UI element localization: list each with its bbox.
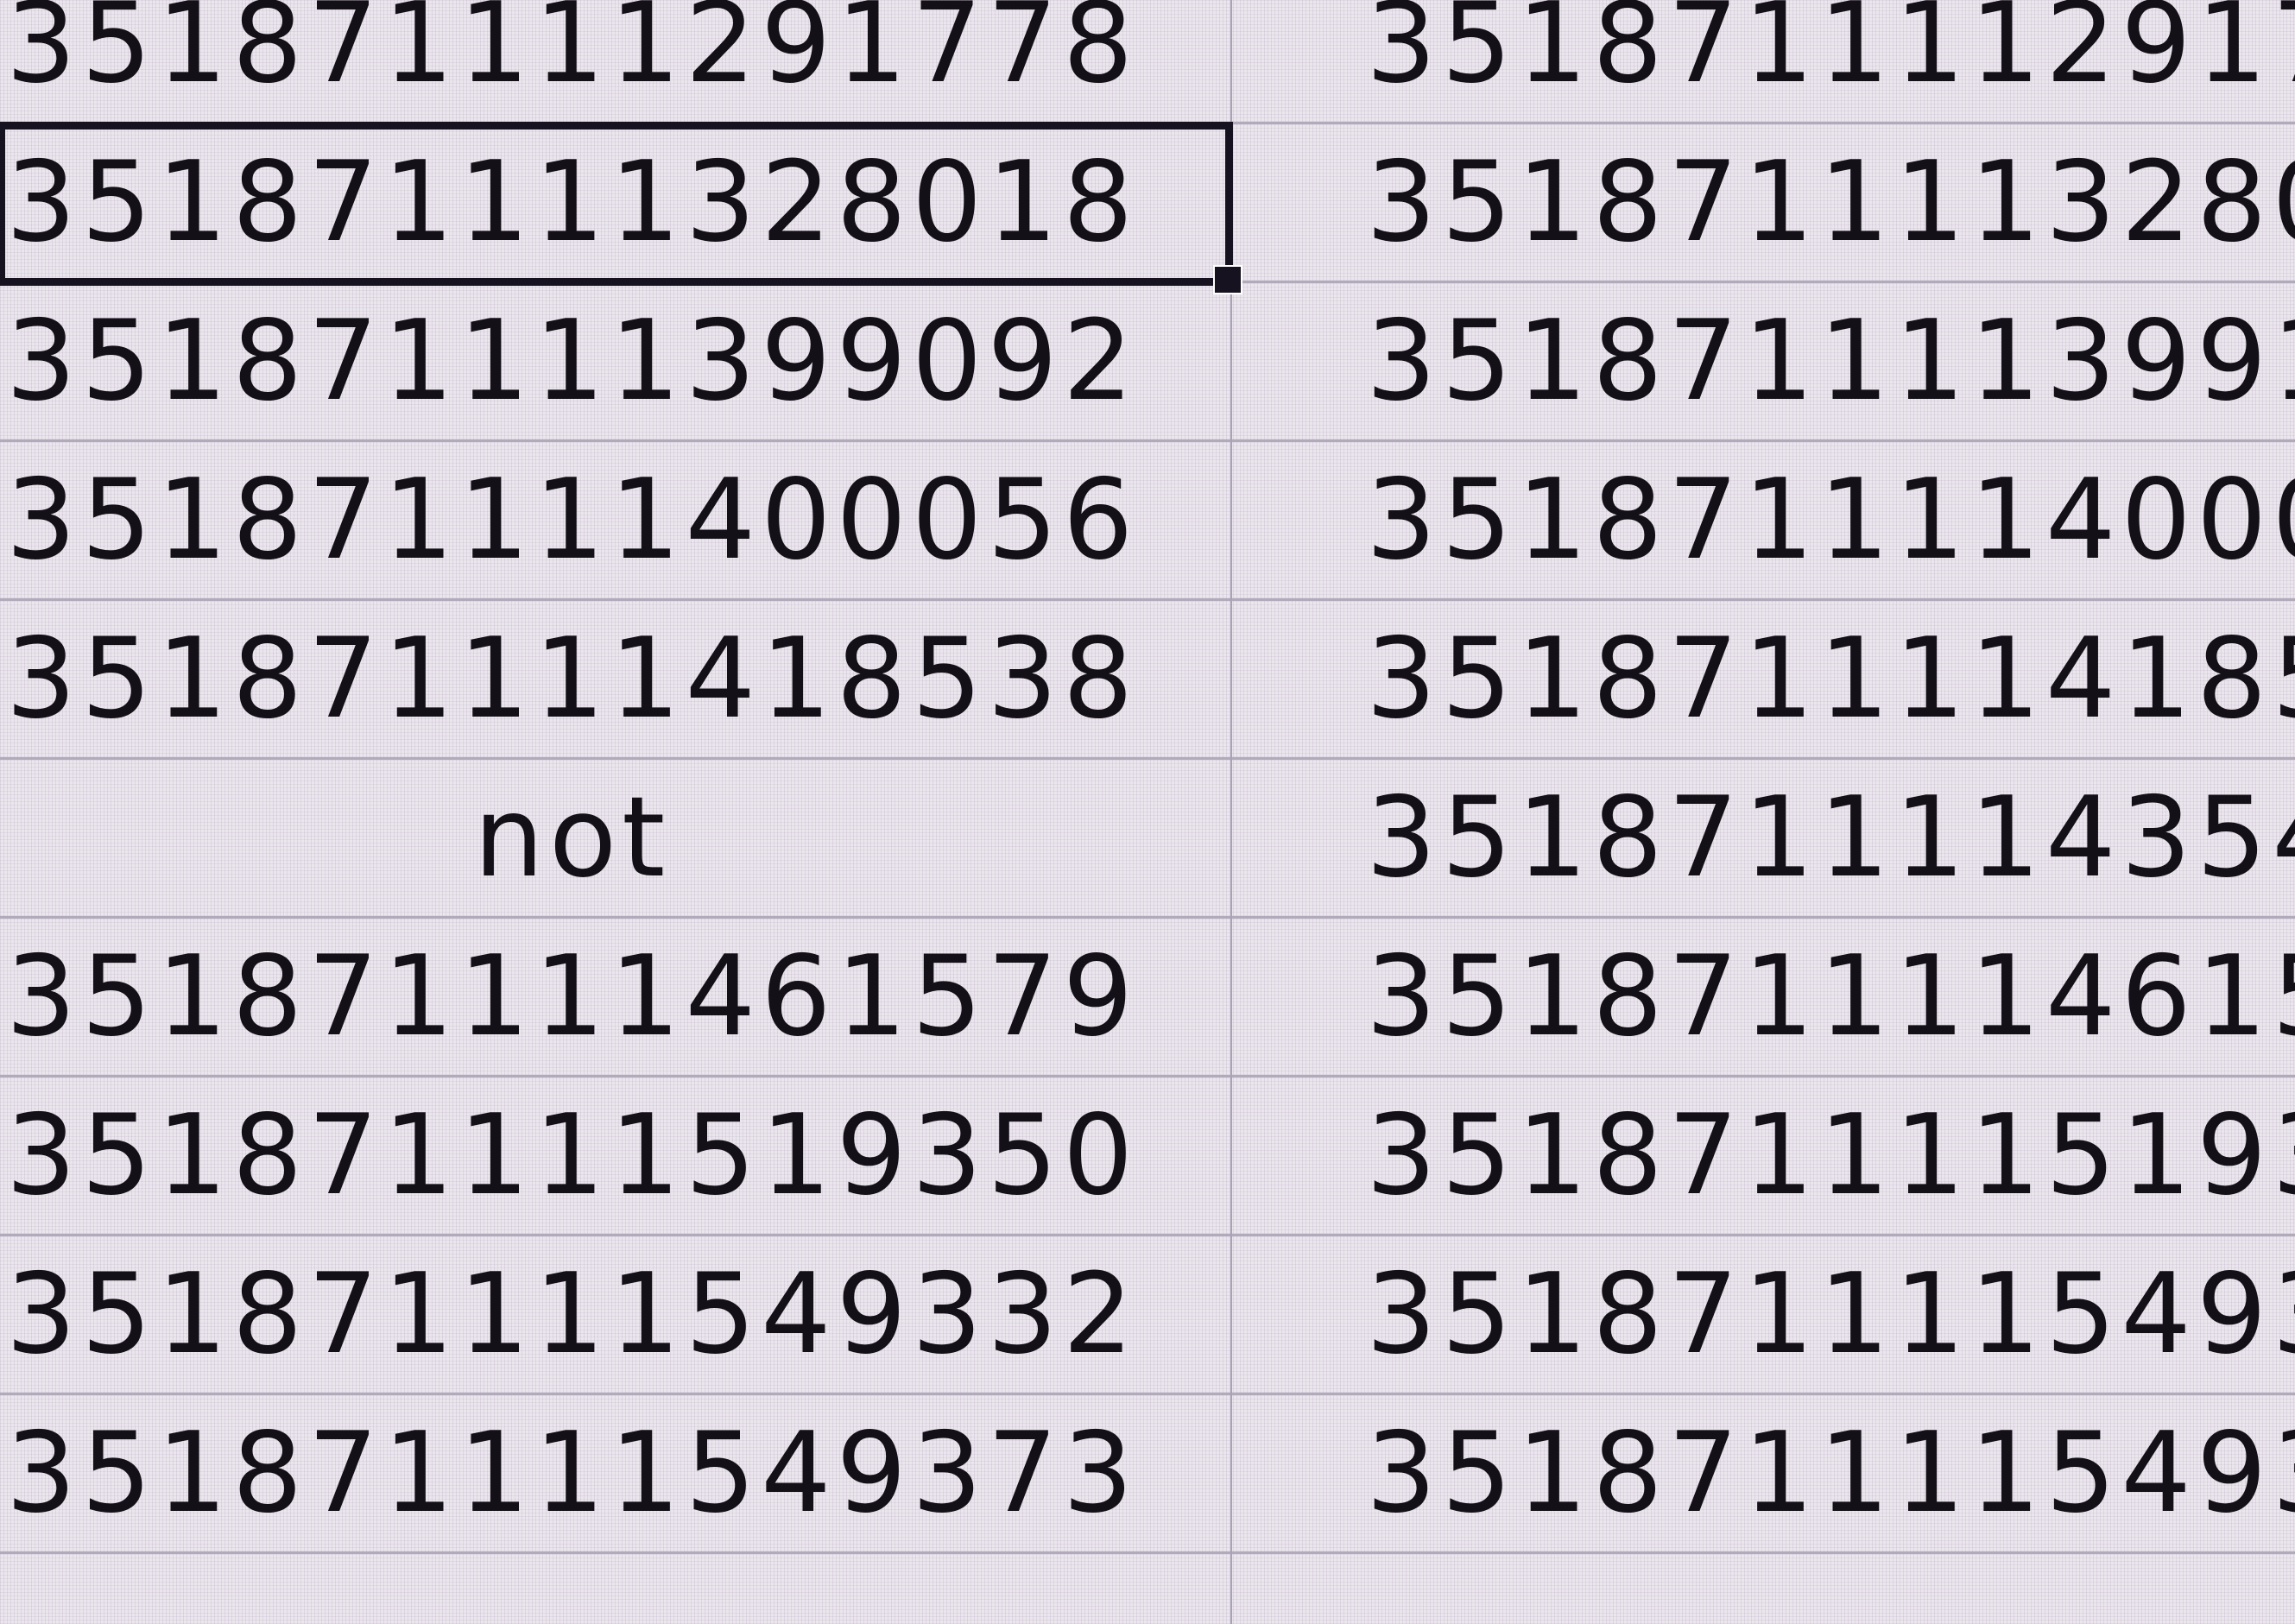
cell-a-8[interactable]: 351871111519350 [0,1077,1230,1236]
cell-a-5[interactable]: 351871111418538 [0,601,1230,760]
column-a: 351871111291778 351871111328018 35187111… [0,0,1242,1624]
cell-a-1[interactable]: 351871111291778 [0,0,1230,124]
column-b: 35187111129177 35187111132802 3518711113… [1232,0,2295,1624]
cell-b-1[interactable]: 35187111129177 [1232,0,2295,124]
cell-a-4[interactable]: 351871111400056 [0,442,1230,601]
fill-handle[interactable] [1213,265,1242,294]
cell-b-5[interactable]: 35187111141854 [1232,601,2295,760]
cell-b-7[interactable]: 35187111146158 [1232,919,2295,1077]
cell-b-8[interactable]: 35187111151936 [1232,1077,2295,1236]
cell-b-9[interactable]: 35187111154934 [1232,1236,2295,1395]
cell-a-9[interactable]: 351871111549332 [0,1236,1230,1395]
cell-a-2-selected[interactable]: 351871111328018 [0,122,1242,294]
cell-a-7[interactable]: 351871111461579 [0,919,1230,1077]
cell-a-3[interactable]: 351871111399092 [0,283,1230,442]
cell-b-3[interactable]: 35187111139910 [1232,283,2295,442]
cell-b-6[interactable]: 35187111143542 [1232,760,2295,919]
cell-b-4[interactable]: 35187111140006 [1232,442,2295,601]
cell-a-10[interactable]: 351871111549373 [0,1395,1230,1554]
cell-b-2[interactable]: 35187111132802 [1232,124,2295,283]
cell-b-10[interactable]: 35187111154938 [1232,1395,2295,1554]
cell-a-2-value: 351871111328018 [5,138,1139,267]
cell-a-6[interactable]: not [0,760,1230,919]
spreadsheet-grid: 351871111291778 351871111328018 35187111… [0,0,2295,1624]
